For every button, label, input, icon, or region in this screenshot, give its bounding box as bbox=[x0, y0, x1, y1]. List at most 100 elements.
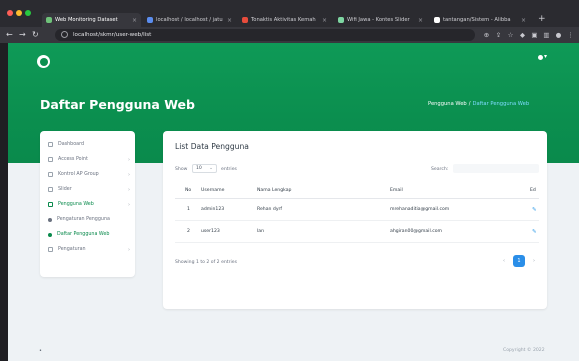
web-page: ▾ Daftar Pengguna Web Pengguna Web / Dafta… bbox=[8, 43, 579, 361]
sidebar-item-pengaturan[interactable]: Pengaturan › bbox=[48, 244, 130, 255]
close-tab-icon[interactable]: × bbox=[227, 17, 232, 24]
favicon-icon bbox=[242, 17, 248, 23]
bookmark-star-icon[interactable]: ☆ bbox=[506, 31, 515, 39]
tab-title: Tonaktis Aktivitas Kemah bbox=[251, 17, 316, 23]
sidebar-item-label: Pengaturan bbox=[58, 247, 86, 252]
favicon-icon bbox=[46, 17, 52, 23]
chevron-down-icon[interactable]: ▾ bbox=[544, 53, 547, 60]
reload-icon[interactable]: ↻ bbox=[32, 29, 39, 41]
page-title: Daftar Pengguna Web bbox=[40, 97, 195, 112]
minimize-window-icon[interactable] bbox=[16, 10, 22, 16]
pagination-page-button[interactable]: 1 bbox=[513, 255, 525, 267]
cell-fullname: Rehan dyrf bbox=[257, 207, 283, 212]
zoom-icon[interactable]: ⊕ bbox=[482, 31, 491, 39]
sidebar-toggle-icon[interactable]: ▥ bbox=[542, 31, 551, 39]
breadcrumb-parent-link[interactable]: Pengguna Web bbox=[428, 101, 467, 107]
browser-tab[interactable]: localhost / localhost / jatu × bbox=[143, 13, 236, 27]
sidebar-item-slider[interactable]: Slider › bbox=[48, 184, 130, 195]
bullet-icon bbox=[48, 232, 52, 237]
sidebar-item-label: Pengaturan Pengguna bbox=[57, 217, 110, 222]
sidebar-item-label: Dashboard bbox=[58, 142, 85, 147]
site-info-icon[interactable] bbox=[61, 31, 68, 38]
column-header-no[interactable]: No bbox=[185, 183, 191, 198]
close-tab-icon[interactable]: × bbox=[521, 17, 526, 24]
close-tab-icon[interactable]: × bbox=[132, 17, 137, 24]
tab-title: tantangan/Sistem - Alibba bbox=[443, 17, 511, 23]
favicon-icon bbox=[434, 17, 440, 23]
forward-icon[interactable]: → bbox=[19, 29, 26, 41]
chevron-right-icon: › bbox=[128, 246, 130, 253]
cell-username: user123 bbox=[201, 229, 220, 234]
search-input[interactable] bbox=[453, 164, 539, 173]
share-icon[interactable]: ⇪ bbox=[494, 31, 503, 39]
sidebar-item-label: Kontrol AP Group bbox=[58, 172, 99, 177]
sidebar-item-kontrol-ap-group[interactable]: Kontrol AP Group › bbox=[48, 169, 130, 180]
breadcrumb-current: Daftar Pengguna Web bbox=[472, 101, 530, 107]
tab-title: localhost / localhost / jatu bbox=[156, 17, 223, 23]
cell-no: 1 bbox=[187, 207, 190, 212]
browser-tab-bar: Web Monitoring Dataset × localhost / loc… bbox=[0, 0, 579, 27]
edit-icon[interactable]: ✎ bbox=[532, 221, 537, 242]
app-logo[interactable] bbox=[37, 55, 50, 68]
chevron-right-icon: › bbox=[128, 201, 130, 208]
new-tab-icon[interactable]: + bbox=[538, 13, 546, 25]
table-row: 2 user123 lan ahgiran00@gmail.com ✎ bbox=[175, 221, 539, 243]
sidebar-item-label: Pengguna Web bbox=[58, 202, 94, 207]
cell-fullname: lan bbox=[257, 229, 265, 234]
cell-email: ahgiran00@gmail.com bbox=[390, 229, 443, 234]
search-label: Search: bbox=[431, 167, 449, 172]
sidebar-subitem-pengaturan-pengguna[interactable]: Pengaturan Pengguna bbox=[48, 214, 130, 225]
sidebar-item-label: Daftar Pengguna Web bbox=[57, 232, 110, 237]
user-list-card: List Data Pengguna Show 10 ⌄ entries Sea… bbox=[163, 131, 547, 309]
wifi-icon bbox=[48, 157, 53, 162]
breadcrumb-separator: / bbox=[468, 101, 471, 107]
close-tab-icon[interactable]: × bbox=[418, 17, 423, 24]
close-window-icon[interactable] bbox=[7, 10, 13, 16]
card-title: List Data Pengguna bbox=[175, 142, 249, 151]
slider-icon bbox=[48, 187, 53, 192]
address-bar[interactable]: localhost/skmr/user-web/list bbox=[55, 29, 475, 41]
column-header-email[interactable]: Email bbox=[390, 183, 403, 198]
cell-username: admin123 bbox=[201, 207, 225, 212]
footer-dot-icon: • bbox=[39, 348, 42, 354]
cell-email: mrehanaditia@gmail.com bbox=[390, 207, 450, 212]
column-header-edit[interactable]: Ed bbox=[530, 183, 536, 198]
pagination-previous-button[interactable]: ‹ bbox=[498, 255, 510, 267]
browser-tab[interactable]: Web Monitoring Dataset × bbox=[42, 13, 141, 27]
profile-icon[interactable]: ● bbox=[554, 31, 563, 39]
menu-dots-icon[interactable]: ⋮ bbox=[566, 31, 575, 39]
dashboard-icon bbox=[48, 142, 53, 147]
pagination-next-button[interactable]: › bbox=[528, 255, 540, 267]
column-header-nama-lengkap[interactable]: Nama Lengkap bbox=[257, 183, 291, 198]
browser-tab[interactable]: Wifi Jawa - Kontes Slider × bbox=[334, 13, 427, 27]
sidebar-item-pengguna-web[interactable]: Pengguna Web › bbox=[48, 199, 130, 210]
close-tab-icon[interactable]: × bbox=[322, 17, 327, 24]
maximize-window-icon[interactable] bbox=[25, 10, 31, 16]
pagination: ‹ 1 › bbox=[498, 255, 542, 269]
edit-icon[interactable]: ✎ bbox=[532, 199, 537, 220]
bullet-icon bbox=[48, 217, 52, 222]
group-icon bbox=[48, 172, 53, 177]
entries-per-page-select[interactable]: 10 ⌄ bbox=[192, 164, 217, 173]
browser-tab[interactable]: tantangan/Sistem - Alibba × bbox=[430, 13, 530, 27]
chevron-right-icon: › bbox=[128, 156, 130, 163]
footer-copyright: Copyright © 2022 bbox=[503, 348, 545, 353]
extensions-puzzle-icon[interactable]: ▣ bbox=[530, 31, 539, 39]
entries-per-page-value: 10 bbox=[196, 166, 202, 171]
sidebar-item-dashboard[interactable]: Dashboard bbox=[48, 139, 130, 150]
extension-icon[interactable]: ◆ bbox=[518, 31, 527, 39]
browser-tab[interactable]: Tonaktis Aktivitas Kemah × bbox=[238, 13, 331, 27]
show-entries-label: Show bbox=[175, 167, 188, 172]
user-avatar[interactable] bbox=[538, 55, 543, 60]
tab-title: Web Monitoring Dataset bbox=[55, 17, 118, 23]
sidebar-subitem-daftar-pengguna-web[interactable]: Daftar Pengguna Web bbox=[48, 229, 130, 240]
column-header-username[interactable]: Username bbox=[201, 183, 224, 198]
settings-icon bbox=[48, 247, 53, 252]
back-icon[interactable]: ← bbox=[6, 29, 13, 41]
favicon-icon bbox=[338, 17, 344, 23]
sidebar: Dashboard Access Point › Kontrol AP Grou… bbox=[40, 131, 135, 277]
sidebar-item-access-point[interactable]: Access Point › bbox=[48, 154, 130, 165]
user-icon bbox=[48, 202, 53, 207]
chevron-right-icon: › bbox=[128, 171, 130, 178]
chevron-right-icon: › bbox=[128, 186, 130, 193]
